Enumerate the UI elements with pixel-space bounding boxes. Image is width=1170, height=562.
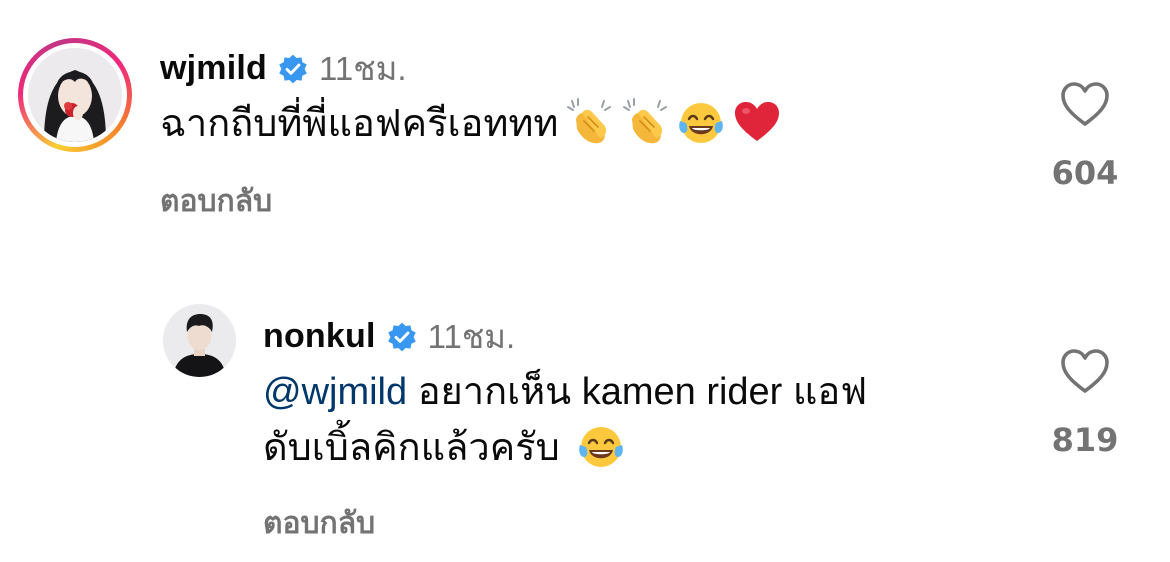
- comment-text-line-1: @wjmild อยากเห็น kamen rider แอฟ: [263, 366, 867, 418]
- comment-time: 11ชม.: [427, 318, 516, 355]
- comment-header: nonkul 11ชม.: [263, 310, 515, 363]
- comment-header: wjmild 11ชม.: [160, 42, 407, 95]
- heart-icon[interactable]: [1059, 80, 1111, 128]
- avatar[interactable]: [28, 48, 122, 142]
- reply-button[interactable]: ตอบกลับ: [263, 500, 375, 547]
- comment-text-line-2: ดับเบิ้ลคิกแล้วครับ: [263, 422, 867, 475]
- like-section: 819: [1045, 347, 1125, 459]
- comment-text: ฉากถีบที่พี่แอฟครีเอททท: [160, 97, 782, 151]
- clapping-hands-icon: [620, 97, 670, 147]
- face-with-tears-of-joy-icon: [676, 97, 726, 147]
- face-with-tears-of-joy-icon: [576, 421, 626, 471]
- comment-text-content: ฉากถีบที่พี่แอฟครีเอททท: [160, 103, 559, 145]
- username[interactable]: nonkul: [263, 317, 376, 356]
- comment-time: 11ชม.: [319, 50, 407, 87]
- comment-text: @wjmild อยากเห็น kamen rider แอฟ ดับเบิ้…: [263, 366, 867, 475]
- heart-icon[interactable]: [1059, 347, 1111, 395]
- verified-badge-icon: [277, 53, 309, 85]
- avatar-ring-gap: [23, 43, 127, 147]
- like-count: 819: [1051, 421, 1119, 459]
- comment-text-content: ดับเบิ้ลคิกแล้วครับ: [263, 427, 560, 469]
- username[interactable]: wjmild: [160, 49, 267, 88]
- reply-button[interactable]: ตอบกลับ: [160, 178, 272, 225]
- avatar[interactable]: [163, 304, 236, 377]
- story-ring[interactable]: [18, 38, 132, 152]
- avatar-image-icon: [163, 304, 236, 377]
- like-count: 604: [1051, 154, 1119, 192]
- like-section: 604: [1045, 80, 1125, 192]
- clapping-hands-icon: [564, 97, 614, 147]
- verified-badge-icon: [386, 321, 418, 353]
- comment-text-content: อยากเห็น kamen rider แอฟ: [407, 371, 868, 413]
- comment-item: wjmild 11ชม. ฉากถีบที่พี่แอฟครีเอททท ตอบ…: [0, 0, 1170, 240]
- reply-comment-item: nonkul 11ชม. @wjmild อยากเห็น kamen ride…: [0, 280, 1170, 562]
- red-heart-icon: [732, 97, 782, 147]
- avatar-image-icon: [28, 48, 122, 142]
- mention-link[interactable]: @wjmild: [263, 371, 407, 413]
